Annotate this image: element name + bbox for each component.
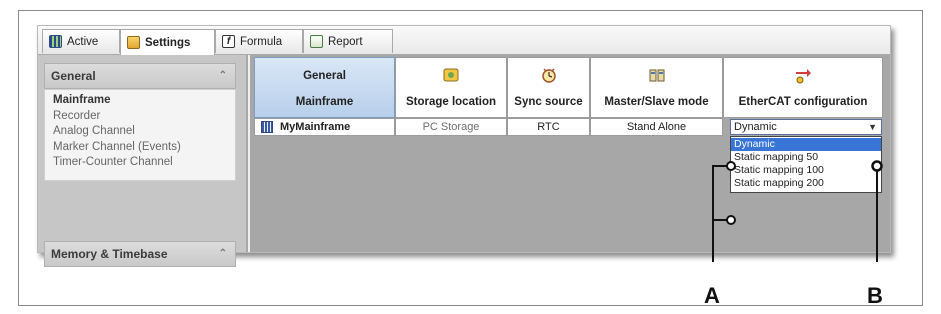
settings-icon [127, 36, 140, 49]
tab-label: Settings [145, 36, 191, 49]
callout-label-a: A [704, 283, 720, 308]
tab-settings[interactable]: Settings [120, 29, 215, 55]
callout-label-b: B [867, 283, 883, 308]
